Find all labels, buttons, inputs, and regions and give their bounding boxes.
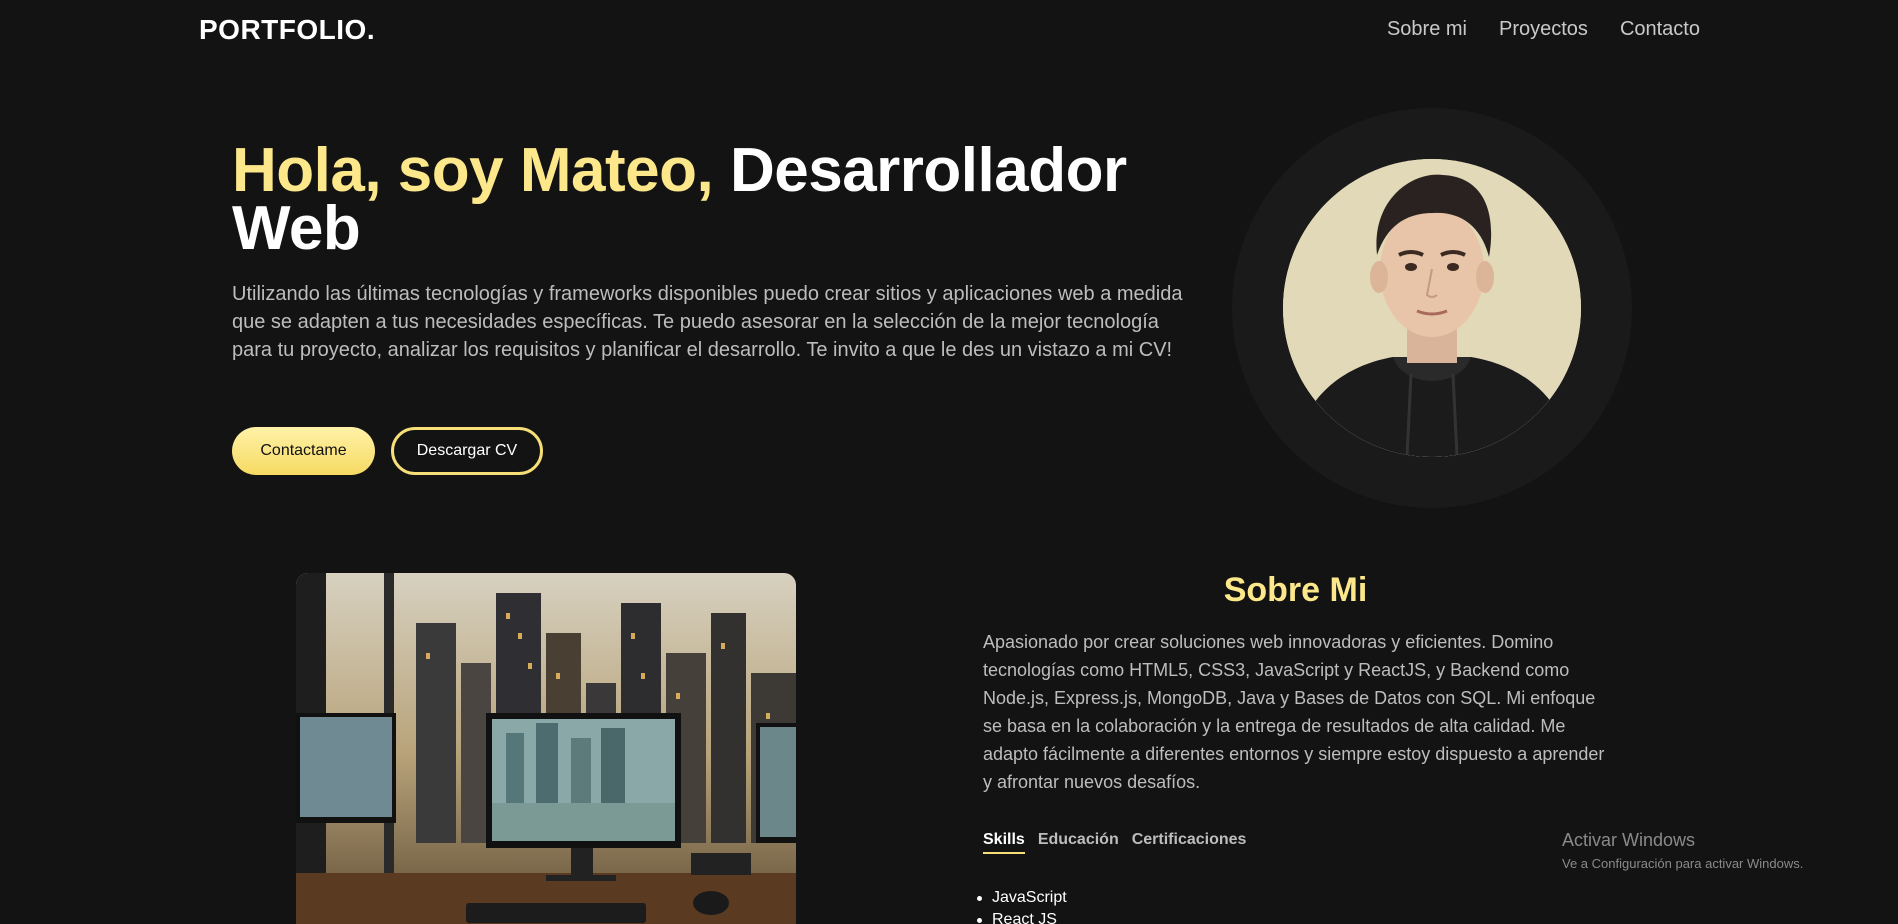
about-description: Apasionado por crear soluciones web inno… [983, 632, 1605, 792]
tab-educacion[interactable]: Educación [1038, 831, 1119, 854]
tab-certificaciones[interactable]: Certificaciones [1132, 831, 1247, 854]
about-title: Sobre Mi [1223, 571, 1368, 609]
main-nav: Sobre mi Proyectos Contacto [1387, 18, 1700, 41]
avatar [1283, 159, 1581, 457]
windows-activation-title: Activar Windows [1562, 830, 1696, 850]
hero-title: Hola, soy Mateo, Desarrollador Web [232, 140, 1172, 260]
list-item: JavaScript [977, 887, 1067, 909]
workspace-image [296, 573, 796, 924]
skills-list: JavaScript React JS [977, 887, 1067, 924]
contact-button[interactable]: Contactame [232, 427, 375, 475]
list-item: React JS [977, 909, 1067, 924]
nav-link-sobre-mi[interactable]: Sobre mi [1387, 18, 1467, 41]
avatar-portrait [1283, 159, 1581, 457]
nav-link-proyectos[interactable]: Proyectos [1499, 18, 1588, 41]
site-logo[interactable]: PORTFOLIO. [199, 14, 375, 46]
hero-description: Utilizando las últimas tecnologías y fra… [232, 283, 1183, 361]
tab-skills[interactable]: Skills [983, 831, 1025, 854]
city-workspace-illustration [296, 573, 796, 924]
windows-activation-subtitle: Ve a Configuración para activar Windows. [1562, 856, 1804, 871]
nav-link-contacto[interactable]: Contacto [1620, 18, 1700, 41]
portfolio-page: PORTFOLIO. Sobre mi Proyectos Contacto H… [0, 0, 1898, 924]
about-tabs: Skills Educación Certificaciones [983, 831, 1246, 854]
download-cv-button[interactable]: Descargar CV [391, 427, 543, 475]
